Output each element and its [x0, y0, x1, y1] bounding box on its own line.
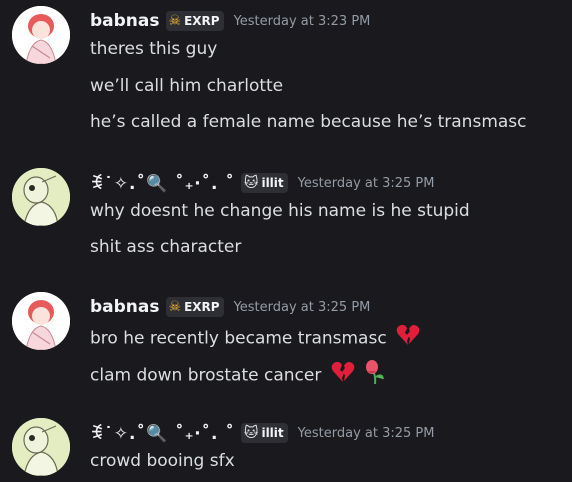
avatar-sparkle-user[interactable]: [12, 418, 70, 476]
message-text: clam down brostate cancer: [90, 365, 322, 386]
message-header: babnas ☠ EXRP Yesterday at 3:25 PM: [90, 296, 370, 318]
message-text: shit ass character: [90, 237, 242, 257]
avatar-image: [12, 418, 70, 476]
server-tag-label: illit: [261, 426, 284, 440]
server-tag[interactable]: ☠ EXRP: [165, 11, 224, 31]
username[interactable]: babnas: [90, 297, 160, 317]
timestamp[interactable]: Yesterday at 3:25 PM: [234, 300, 371, 315]
broken-heart-icon[interactable]: [330, 360, 356, 391]
server-tag-label: EXRP: [184, 300, 220, 314]
avatar-image: [12, 6, 70, 64]
server-tag-label: illit: [261, 176, 284, 190]
username[interactable]: ꉂ˙✧.˚🔍 ˚₊‧˚. ˚: [90, 422, 235, 444]
message-text: we’ll call him charlotte: [90, 76, 284, 96]
message-header: ꉂ˙✧.˚🔍 ˚₊‧˚. ˚ 🐱 illit Yesterday at 3:25…: [90, 172, 434, 194]
timestamp[interactable]: Yesterday at 3:25 PM: [298, 426, 435, 441]
message-header: ꉂ˙✧.˚🔍 ˚₊‧˚. ˚ 🐱 illit Yesterday at 3:25…: [90, 422, 434, 444]
broken-heart-icon[interactable]: [395, 323, 421, 354]
username[interactable]: ꉂ˙✧.˚🔍 ˚₊‧˚. ˚: [90, 172, 235, 194]
message-text: crowd booing sfx: [90, 451, 235, 471]
avatar-babnas[interactable]: [12, 292, 70, 350]
cat-icon: 🐱: [243, 175, 259, 191]
cat-icon: 🐱: [243, 425, 259, 441]
timestamp[interactable]: Yesterday at 3:23 PM: [234, 14, 371, 29]
message-text: bro he recently became transmasc: [90, 328, 387, 349]
avatar-image: [12, 168, 70, 226]
wilted-flower-icon[interactable]: [364, 359, 386, 392]
skull-icon: ☠: [168, 299, 182, 315]
skull-icon: ☠: [168, 13, 182, 29]
message-header: babnas ☠ EXRP Yesterday at 3:23 PM: [90, 10, 370, 32]
avatar-image: [12, 292, 70, 350]
server-tag[interactable]: 🐱 illit: [240, 423, 288, 443]
message-text: he’s called a female name because he’s t…: [90, 112, 527, 132]
message-text: why doesnt he change his name is he stup…: [90, 201, 470, 221]
server-tag[interactable]: 🐱 illit: [240, 173, 288, 193]
avatar-sparkle-user[interactable]: [12, 168, 70, 226]
server-tag-label: EXRP: [184, 14, 220, 28]
timestamp[interactable]: Yesterday at 3:25 PM: [298, 176, 435, 191]
avatar-babnas[interactable]: [12, 6, 70, 64]
message-text: theres this guy: [90, 39, 218, 59]
chat-message-list: babnas ☠ EXRP Yesterday at 3:23 PM there…: [0, 0, 572, 482]
username[interactable]: babnas: [90, 11, 160, 31]
message-line: bro he recently became transmasc: [90, 323, 421, 349]
server-tag[interactable]: ☠ EXRP: [165, 297, 224, 317]
message-line: clam down brostate cancer: [90, 359, 386, 386]
